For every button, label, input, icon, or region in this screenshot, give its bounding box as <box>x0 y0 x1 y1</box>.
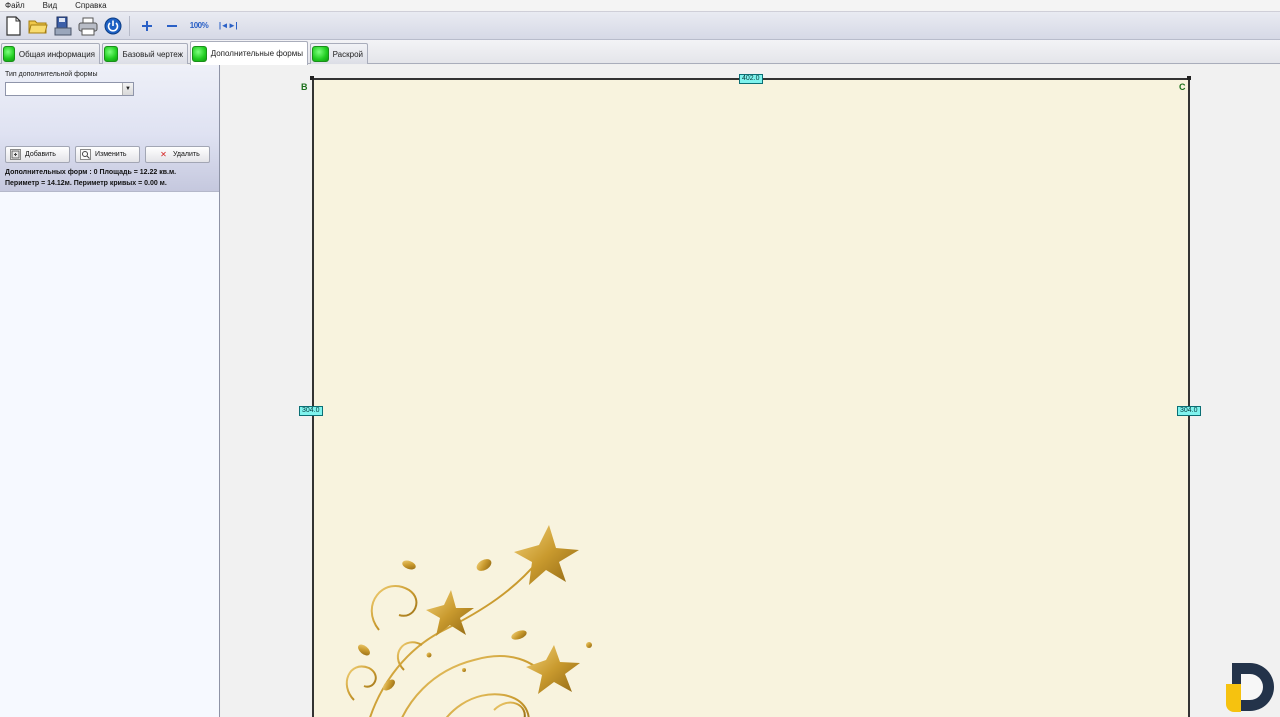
dimension-right[interactable]: 304.0 <box>1177 406 1201 416</box>
add-button[interactable]: Добавить <box>5 146 70 163</box>
tab-base-drawing[interactable]: Базовый чертеж <box>102 43 188 64</box>
tab-cutting[interactable]: Раскрой <box>310 43 368 64</box>
new-document-icon <box>6 15 21 36</box>
corner-point-c[interactable] <box>1187 76 1191 80</box>
left-panel-header: Тип дополнительной формы ▼ Добавить Изме… <box>0 65 219 191</box>
brand-logo-icon <box>1226 663 1274 712</box>
dimension-top[interactable]: 402.0 <box>739 74 763 84</box>
save-button[interactable] <box>52 15 74 37</box>
tab-label: Общая информация <box>18 49 95 59</box>
print-icon <box>78 17 98 35</box>
corner-label-c: C <box>1179 82 1186 92</box>
zoom-in-icon <box>142 20 152 31</box>
exit-button[interactable] <box>102 15 124 37</box>
status-led-icon <box>312 46 329 62</box>
tab-label: Дополнительные формы <box>210 49 303 58</box>
status-led-icon <box>192 45 207 62</box>
left-panel: Тип дополнительной формы ▼ Добавить Изме… <box>0 65 220 717</box>
tab-additional-forms[interactable]: Дополнительные формы <box>190 41 308 65</box>
zoom-100-icon: 100% <box>189 21 209 30</box>
power-icon <box>104 17 122 34</box>
edit-button[interactable]: Изменить <box>75 146 140 163</box>
open-folder-icon <box>28 20 48 33</box>
fit-width-button[interactable]: |◄►| <box>215 15 241 37</box>
summary-line-area: Дополнительных форм : 0 Площадь = 12.22 … <box>5 169 177 176</box>
menu-bar: Файл Вид Справка <box>0 0 1280 12</box>
status-led-icon <box>104 46 119 62</box>
corner-label-b: B <box>301 82 308 92</box>
zoom-out-icon <box>167 24 177 27</box>
forms-list[interactable] <box>0 191 219 717</box>
fit-width-icon: |◄►| <box>218 21 238 30</box>
chevron-down-icon[interactable]: ▼ <box>122 83 133 95</box>
open-button[interactable] <box>27 15 49 37</box>
tab-bar: Общая информация Базовый чертеж Дополнит… <box>0 40 1280 65</box>
new-document-button[interactable] <box>2 15 24 37</box>
zoom-in-button[interactable] <box>136 15 158 37</box>
form-type-label: Тип дополнительной формы <box>5 71 98 78</box>
zoom-100-button[interactable]: 100% <box>186 15 212 37</box>
drawing-canvas[interactable]: B C 402.0 304.0 304.0 <box>221 65 1280 717</box>
menu-view[interactable]: Вид <box>38 1 62 10</box>
edit-icon <box>80 149 91 160</box>
delete-button[interactable]: ✕ Удалить <box>145 146 210 163</box>
tab-label: Базовый чертеж <box>122 49 183 59</box>
zoom-out-button[interactable] <box>161 15 183 37</box>
corner-point-b[interactable] <box>310 76 314 80</box>
toolbar-separator <box>129 15 130 36</box>
save-icon <box>54 16 72 35</box>
status-led-icon <box>3 46 15 62</box>
menu-file[interactable]: Файл <box>0 1 30 10</box>
tab-general-info[interactable]: Общая информация <box>1 43 100 64</box>
delete-button-label: Удалить <box>173 151 200 158</box>
edit-button-label: Изменить <box>95 151 127 158</box>
summary-line-perimeter: Периметр = 14.12м. Периметр кривых = 0.0… <box>5 180 167 187</box>
add-icon <box>10 149 21 160</box>
ceiling-sheet[interactable] <box>312 78 1190 717</box>
tab-label: Раскрой <box>332 49 363 59</box>
form-type-select[interactable]: ▼ <box>5 82 134 96</box>
delete-icon: ✕ <box>160 150 167 159</box>
print-button[interactable] <box>77 15 99 37</box>
dimension-left[interactable]: 304.0 <box>299 406 323 416</box>
forms-summary: Дополнительных форм : 0 Площадь = 12.22 … <box>5 167 217 189</box>
add-button-label: Добавить <box>25 151 56 158</box>
toolbar: 100% |◄►| <box>0 12 1280 40</box>
floral-decoration <box>345 525 592 717</box>
menu-help[interactable]: Справка <box>70 1 111 10</box>
